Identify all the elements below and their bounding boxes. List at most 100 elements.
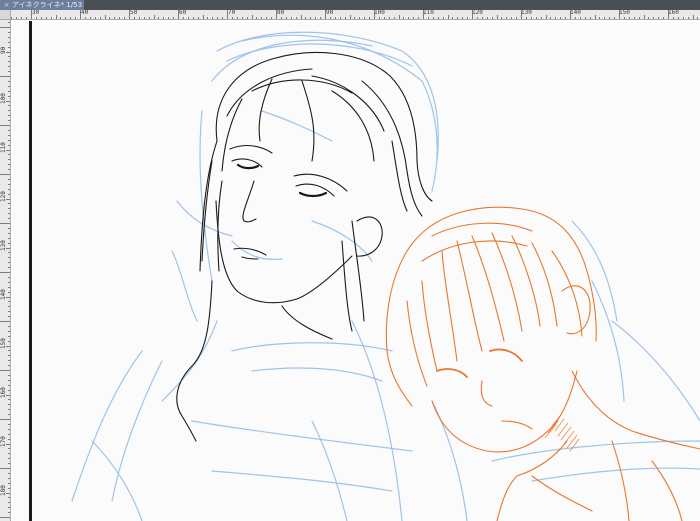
- vertical-ruler: 90 100 110 120 130 140 150 160 170 180: [0, 20, 11, 521]
- ruler-tick: [511, 17, 513, 19]
- ruler-tick: [501, 17, 503, 19]
- ruler-tick: [334, 17, 336, 19]
- ruler-tick: [8, 208, 10, 210]
- ruler-tick: [452, 17, 454, 19]
- ruler-label: 170: [0, 436, 7, 447]
- ruler-tick: [6, 149, 10, 151]
- ruler-tick: [339, 17, 341, 19]
- ruler-tick: [447, 15, 449, 19]
- ruler-tick: [369, 17, 371, 19]
- ruler-tick: [0, 76, 10, 77]
- ruler-tick: [8, 218, 10, 220]
- ruler-tick: [0, 174, 10, 175]
- ruler-tick: [638, 17, 640, 19]
- ruler-tick: [8, 36, 10, 38]
- drawing-canvas[interactable]: [12, 21, 700, 521]
- ruler-tick: [21, 17, 23, 19]
- ruler-tick: [393, 17, 395, 19]
- ruler-tick: [261, 17, 263, 19]
- ruler-tick: [8, 497, 10, 499]
- ruler-tick: [8, 267, 10, 269]
- ruler-tick: [0, 419, 10, 420]
- ruler-tick: [6, 492, 10, 494]
- ruler-tick: [35, 17, 37, 19]
- orange-figure-front: [385, 206, 700, 521]
- ruler-tick: [8, 433, 10, 435]
- ruler-tick: [8, 242, 10, 244]
- ruler-tick: [599, 17, 601, 19]
- ruler-tick: [354, 17, 356, 19]
- ruler-tick: [202, 15, 204, 19]
- ruler-tick: [6, 198, 10, 200]
- ruler-tick: [8, 438, 10, 440]
- ruler-tick: [26, 17, 28, 19]
- ruler-tick: [8, 129, 10, 131]
- ruler-label: 130: [521, 10, 532, 16]
- ruler-tick: [99, 17, 101, 19]
- ruler-tick: [8, 237, 10, 239]
- ruler-label: 120: [0, 191, 7, 202]
- ruler-tick: [8, 379, 10, 381]
- ruler-tick: [320, 17, 322, 19]
- ruler-tick: [153, 15, 155, 19]
- ruler-tick: [119, 17, 121, 19]
- ruler-tick: [285, 17, 287, 19]
- ruler-tick: [525, 17, 527, 19]
- ruler-tick: [8, 178, 10, 180]
- tab-close-icon[interactable]: ×: [3, 0, 10, 10]
- ruler-tick: [653, 17, 655, 19]
- ruler-tick: [256, 17, 258, 19]
- ruler-tick: [672, 17, 674, 19]
- ruler-tick: [8, 193, 10, 195]
- ruler-tick: [8, 41, 10, 43]
- ruler-label: 50: [130, 10, 138, 16]
- ruler-tick: [143, 17, 145, 19]
- ruler-tick: [8, 232, 10, 234]
- ruler-tick: [310, 17, 312, 19]
- ruler-tick: [8, 66, 10, 68]
- ruler-tick: [192, 17, 194, 19]
- document-tab[interactable]: × アイネクライネ* 1/53: [0, 0, 84, 10]
- ruler-tick: [682, 17, 684, 19]
- ruler-tick: [609, 17, 611, 19]
- ruler-tick: [687, 17, 689, 19]
- artwork: [71, 31, 700, 521]
- ruler-tick: [570, 10, 571, 19]
- ruler-tick: [697, 17, 699, 19]
- ruler-tick: [271, 17, 273, 19]
- ruler-tick: [8, 46, 10, 48]
- ruler-tick: [8, 144, 10, 146]
- ruler-tick: [8, 95, 10, 97]
- ruler-label: 110: [0, 142, 7, 153]
- ruler-tick: [437, 17, 439, 19]
- ruler-tick: [6, 394, 10, 396]
- ruler-tick: [584, 17, 586, 19]
- ruler-tick: [8, 316, 10, 318]
- ruler-tick: [8, 502, 10, 504]
- ruler-tick: [476, 17, 478, 19]
- ruler-tick: [89, 17, 91, 19]
- ruler-tick: [40, 17, 42, 19]
- ruler-tick: [432, 17, 434, 19]
- ruler-tick: [212, 17, 214, 19]
- ruler-tick: [506, 17, 508, 19]
- ruler-tick: [8, 90, 10, 92]
- ruler-tick: [668, 10, 669, 19]
- ruler-label: 60: [179, 10, 187, 16]
- ruler-tick: [60, 17, 62, 19]
- ruler-tick: [315, 17, 317, 19]
- ruler-label: 160: [668, 10, 679, 16]
- ruler-tick: [6, 51, 10, 53]
- ruler-tick: [8, 276, 10, 278]
- ruler-tick: [8, 31, 10, 33]
- ruler-label: 130: [0, 240, 7, 251]
- ruler-tick: [604, 17, 606, 19]
- ruler-tick: [481, 17, 483, 19]
- ruler-tick: [535, 17, 537, 19]
- ruler-tick: [207, 17, 209, 19]
- ruler-tick: [403, 17, 405, 19]
- ruler-tick: [50, 17, 52, 19]
- ruler-tick: [8, 85, 10, 87]
- ruler-label: 160: [0, 387, 7, 398]
- ruler-tick: [8, 330, 10, 332]
